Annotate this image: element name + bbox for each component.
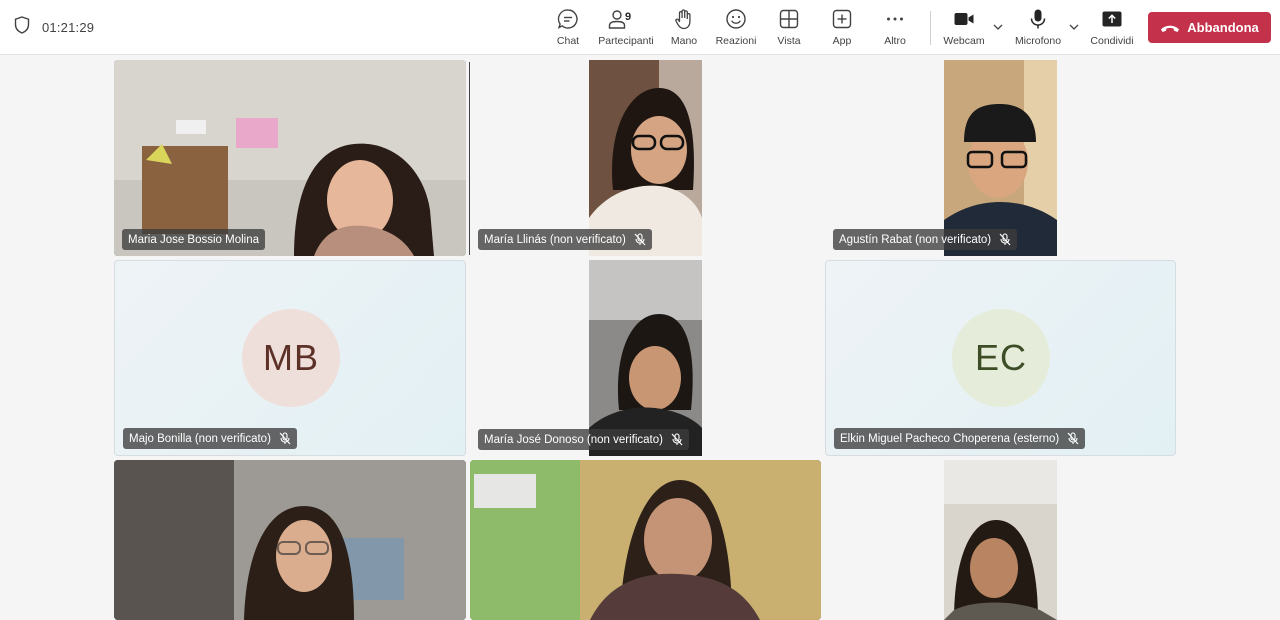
people-icon: 9 <box>606 8 632 30</box>
hand-label: Mano <box>670 35 698 47</box>
share-label: Condividi <box>1090 35 1134 47</box>
chevron-down-icon[interactable] <box>992 21 1004 33</box>
reactions-button[interactable]: Reazioni <box>706 8 766 50</box>
participant-name-tag: María Llinás (non verificato) <box>478 229 652 250</box>
participant-tile[interactable] <box>114 460 466 620</box>
mic-off-icon <box>999 233 1011 246</box>
share-icon <box>1100 8 1124 30</box>
avatar: MB <box>242 309 340 407</box>
camera-button[interactable]: Webcam <box>934 8 994 50</box>
mic-off-icon <box>671 433 683 446</box>
participants-count: 9 <box>625 11 632 23</box>
participant-video <box>589 260 702 456</box>
toolbar-divider <box>930 11 931 45</box>
participant-video <box>589 60 702 256</box>
camera-icon <box>952 8 976 30</box>
meeting-timer: 01:21:29 <box>42 20 95 35</box>
participant-tile[interactable] <box>825 460 1176 620</box>
participant-tile[interactable]: Agustín Rabat (non verificato) <box>825 60 1176 256</box>
participants-button[interactable]: 9 Partecipanti <box>596 8 656 50</box>
participant-name-tag: María José Donoso (non verificato) <box>478 429 689 450</box>
grid-icon <box>777 8 801 30</box>
participant-name: Maria Jose Bossio Molina <box>128 233 260 246</box>
chat-label: Chat <box>556 35 580 47</box>
shield-icon[interactable] <box>14 16 30 39</box>
participant-tile[interactable]: MB Majo Bonilla (non verificato) <box>114 260 466 456</box>
participant-video <box>944 60 1057 256</box>
chat-icon <box>556 8 580 30</box>
video-gallery: Maria Jose Bossio Molina María Llinás (n… <box>0 56 1280 620</box>
emoji-icon <box>724 8 748 30</box>
share-button[interactable]: Condividi <box>1082 8 1142 50</box>
participant-name-tag: Agustín Rabat (non verificato) <box>833 229 1018 250</box>
participant-video <box>470 460 821 620</box>
chevron-down-icon[interactable] <box>1068 21 1080 33</box>
participant-video <box>114 60 466 256</box>
mic-off-icon <box>634 233 646 246</box>
participant-tile[interactable] <box>470 460 821 620</box>
participant-name: María Llinás (non verificato) <box>484 233 626 246</box>
participant-name: Agustín Rabat (non verificato) <box>839 233 992 246</box>
phone-hangup-icon <box>1161 25 1180 32</box>
mic-icon <box>1026 8 1050 30</box>
participant-name-tag: Elkin Miguel Pacheco Choperena (esterno) <box>834 428 1086 449</box>
meeting-info: 01:21:29 <box>14 0 94 55</box>
apps-label: App <box>832 35 852 47</box>
mic-off-icon <box>1067 432 1079 445</box>
chat-button[interactable]: Chat <box>538 8 598 50</box>
view-button[interactable]: Vista <box>759 8 819 50</box>
view-label: Vista <box>777 35 801 47</box>
participant-name-tag: Maria Jose Bossio Molina <box>122 229 266 250</box>
participant-tile[interactable]: Maria Jose Bossio Molina <box>114 60 466 256</box>
mic-off-icon <box>279 432 291 445</box>
mic-label: Microfono <box>1014 35 1062 47</box>
apps-button[interactable]: App <box>812 8 872 50</box>
camera-label: Webcam <box>943 35 985 47</box>
participant-tile[interactable]: María Llinás (non verificato) <box>470 60 821 256</box>
participants-label: Partecipanti <box>598 35 654 47</box>
leave-button[interactable]: Abbandona <box>1148 12 1271 43</box>
more-icon <box>883 8 907 30</box>
more-label: Altro <box>884 35 906 47</box>
participant-video <box>114 460 466 620</box>
participant-tile[interactable]: EC Elkin Miguel Pacheco Choperena (ester… <box>825 260 1176 456</box>
participant-tile[interactable]: María José Donoso (non verificato) <box>470 260 821 456</box>
raise-hand-button[interactable]: Mano <box>654 8 714 50</box>
leave-label: Abbandona <box>1187 20 1259 35</box>
reactions-label: Reazioni <box>715 35 757 47</box>
add-icon <box>830 8 854 30</box>
meeting-toolbar: 01:21:29 Chat 9 Partecipanti Mano Reazio… <box>0 0 1280 55</box>
participant-name: Elkin Miguel Pacheco Choperena (esterno) <box>840 432 1060 445</box>
participant-name: María José Donoso (non verificato) <box>484 433 663 446</box>
participant-name-tag: Majo Bonilla (non verificato) <box>123 428 297 449</box>
avatar: EC <box>952 309 1050 407</box>
mic-button[interactable]: Microfono <box>1008 8 1068 50</box>
hand-icon <box>672 8 696 30</box>
participant-video <box>944 460 1057 620</box>
participant-name: Majo Bonilla (non verificato) <box>129 432 271 445</box>
more-button[interactable]: Altro <box>865 8 925 50</box>
